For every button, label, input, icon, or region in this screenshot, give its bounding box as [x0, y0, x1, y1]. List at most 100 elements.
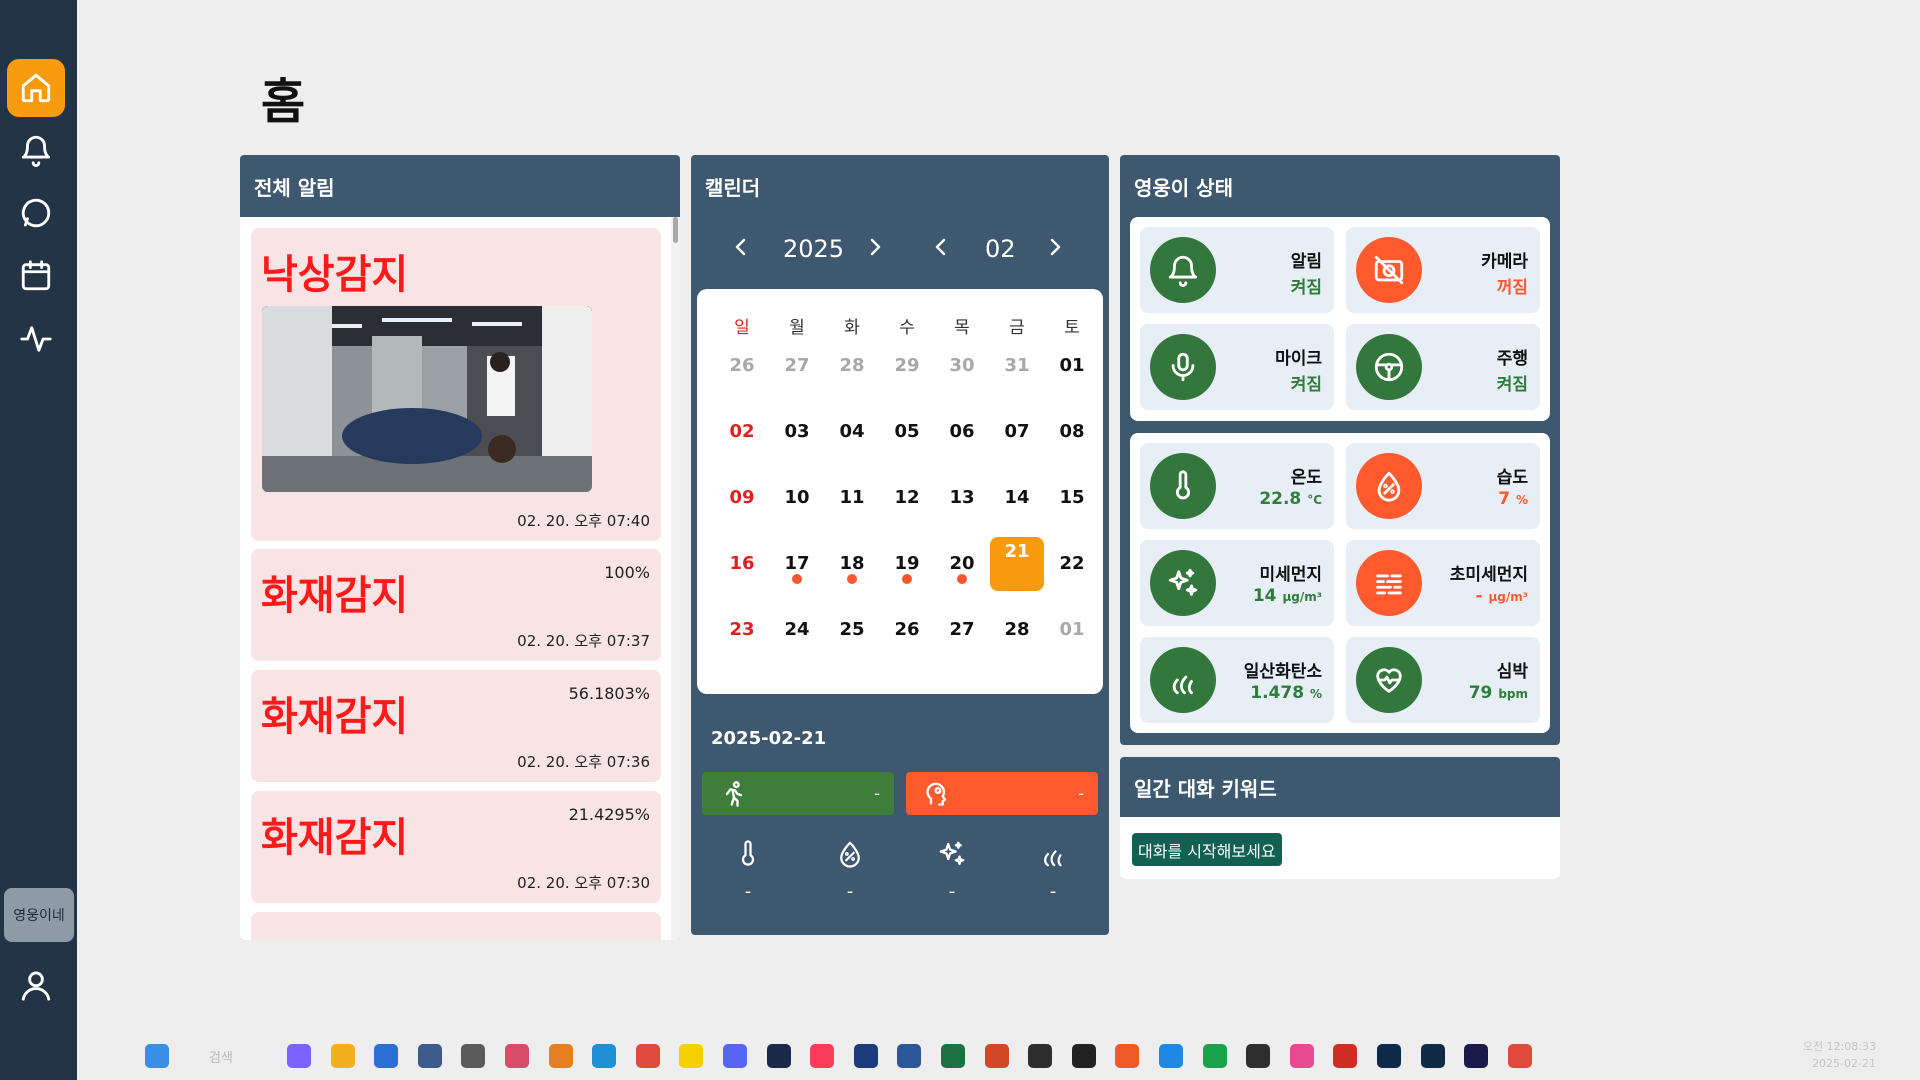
calendar-day[interactable]: 28	[990, 603, 1044, 657]
lightroom-icon[interactable]	[1420, 1044, 1445, 1068]
sensor-tile-co[interactable]: 일산화탄소 1.478 %	[1140, 637, 1334, 723]
edge-icon[interactable]	[592, 1044, 617, 1068]
calendar-day[interactable]: 24	[770, 603, 824, 657]
calendar-day[interactable]: 16	[715, 537, 769, 591]
alerts-list[interactable]: 낙상감지 02. 20. 오후 07:40 화재감지 100% 02. 20. …	[240, 217, 680, 940]
activity-button[interactable]: -	[702, 772, 894, 815]
calendar-day[interactable]: 27	[935, 603, 989, 657]
figma-icon[interactable]	[1071, 1044, 1096, 1068]
calendar-day[interactable]: 22	[1045, 537, 1099, 591]
taskbar-search[interactable]: 검색	[209, 1047, 233, 1066]
vscode-icon[interactable]	[1159, 1044, 1183, 1068]
calendar-day[interactable]: 26	[880, 603, 934, 657]
sensor-tile-ultrafine-dust[interactable]: 초미세먼지 - μg/m³	[1346, 540, 1540, 626]
mood-button[interactable]: -	[906, 772, 1098, 815]
calendar-day[interactable]: 21	[990, 537, 1044, 591]
prev-year-button[interactable]	[729, 235, 753, 259]
next-year-button[interactable]	[863, 235, 887, 259]
fall-detection-snapshot[interactable]	[262, 306, 592, 492]
sensor-tile-humidity[interactable]: 습도 7 %	[1346, 443, 1540, 529]
calendar-day[interactable]: 01	[1045, 339, 1099, 393]
pycharm-icon[interactable]	[1202, 1044, 1227, 1068]
calendar-day[interactable]: 12	[880, 471, 934, 525]
sensor-tile-heart-rate[interactable]: 심박 79 bpm	[1346, 637, 1540, 723]
calendar-day[interactable]: 07	[990, 405, 1044, 459]
file-explorer-icon[interactable]	[330, 1044, 355, 1068]
calendar-day[interactable]: 09	[715, 471, 769, 525]
calendar-day[interactable]: 15	[1045, 471, 1099, 525]
discord-icon[interactable]	[723, 1044, 747, 1068]
photos-app-icon[interactable]	[1289, 1044, 1314, 1068]
calendar-day[interactable]: 23	[715, 603, 769, 657]
nav-chat-button[interactable]	[7, 184, 65, 242]
chrome-profile-icon[interactable]	[1507, 1044, 1532, 1068]
powerpoint-icon[interactable]	[984, 1044, 1009, 1068]
sensor-tile-temperature[interactable]: 온도 22.8 °C	[1140, 443, 1334, 529]
calendar-day[interactable]: 27	[770, 339, 824, 393]
photoshop-icon[interactable]	[1377, 1044, 1401, 1068]
calendar-day[interactable]: 06	[935, 405, 989, 459]
profile-button[interactable]	[7, 956, 65, 1014]
calendar-day[interactable]: 08	[1045, 405, 1099, 459]
copilot-icon[interactable]	[287, 1044, 311, 1068]
calculator-icon[interactable]	[417, 1044, 442, 1068]
acrobat-icon[interactable]	[1333, 1044, 1358, 1068]
next-month-button[interactable]	[1043, 235, 1067, 259]
calendar-day[interactable]: 30	[935, 339, 989, 393]
clock-icon[interactable]	[461, 1044, 486, 1068]
alert-card[interactable]: 낙상감지 02. 20. 오후 07:40	[251, 228, 661, 541]
taskbar-clock[interactable]: 오전 12:08:33 2025-02-21	[1803, 1038, 1876, 1072]
calendar-day[interactable]: 14	[990, 471, 1044, 525]
device-tile-mic[interactable]: 마이크 켜짐	[1140, 324, 1334, 410]
calendar-day[interactable]: 26	[715, 339, 769, 393]
notepad-icon[interactable]	[374, 1044, 399, 1068]
calendar-day[interactable]: 05	[880, 405, 934, 459]
alert-card[interactable]: 화재감지 100% 02. 20. 오후 07:37	[251, 549, 661, 661]
device-tile-camera[interactable]: 카메라 꺼짐	[1346, 227, 1540, 313]
calendar-day[interactable]: 18	[825, 537, 879, 591]
device-tile-driving[interactable]: 주행 켜짐	[1346, 324, 1540, 410]
calendar-day[interactable]: 11	[825, 471, 879, 525]
device-tile-alert[interactable]: 알림 켜짐	[1140, 227, 1334, 313]
excel-icon[interactable]	[941, 1044, 965, 1068]
movie-icon[interactable]	[853, 1044, 878, 1068]
sensor-tile-dust[interactable]: 미세먼지 14 μg/m³	[1140, 540, 1334, 626]
music-icon[interactable]	[810, 1044, 835, 1068]
calendar-day[interactable]: 02	[715, 405, 769, 459]
calendar-day[interactable]: 13	[935, 471, 989, 525]
start-icon[interactable]	[145, 1044, 169, 1068]
calendar-day[interactable]: 19	[880, 537, 934, 591]
alerts-scrollbar[interactable]	[671, 217, 680, 940]
calendar-day[interactable]: 10	[770, 471, 824, 525]
premiere-icon[interactable]	[1464, 1044, 1489, 1068]
media-icon[interactable]	[766, 1044, 791, 1068]
intellij-icon[interactable]	[1246, 1044, 1271, 1068]
snipping-tool-icon[interactable]	[505, 1044, 529, 1068]
calendar-day[interactable]: 28	[825, 339, 879, 393]
alert-card[interactable]	[251, 912, 661, 940]
prev-month-button[interactable]	[929, 235, 953, 259]
calendar-day[interactable]: 17	[770, 537, 824, 591]
nav-calendar-button[interactable]	[7, 247, 65, 305]
kakaotalk-icon[interactable]	[679, 1044, 704, 1068]
calendar-day[interactable]: 03	[770, 405, 824, 459]
family-switch-button[interactable]: 영웅이네	[4, 888, 74, 942]
alerts-scrollbar-thumb[interactable]	[673, 217, 678, 243]
word-icon[interactable]	[897, 1044, 922, 1068]
calendar-day[interactable]: 20	[935, 537, 989, 591]
calendar-day[interactable]: 04	[825, 405, 879, 459]
calendar-day[interactable]: 25	[825, 603, 879, 657]
calendar-day[interactable]: 31	[990, 339, 1044, 393]
nav-home-button[interactable]	[7, 59, 65, 117]
alert-card[interactable]: 화재감지 21.4295% 02. 20. 오후 07:30	[251, 791, 661, 903]
alert-card[interactable]: 화재감지 56.1803% 02. 20. 오후 07:36	[251, 670, 661, 782]
postman-icon[interactable]	[1115, 1044, 1140, 1068]
nav-activity-button[interactable]	[7, 310, 65, 368]
photos-icon[interactable]	[548, 1044, 573, 1068]
terminal-icon[interactable]	[1028, 1044, 1053, 1068]
start-conversation-chip[interactable]: 대화를 시작해보세요	[1132, 833, 1282, 866]
calendar-day[interactable]: 29	[880, 339, 934, 393]
calendar-day[interactable]: 01	[1045, 603, 1099, 657]
chrome-icon[interactable]	[635, 1044, 660, 1068]
nav-alerts-button[interactable]	[7, 121, 65, 179]
